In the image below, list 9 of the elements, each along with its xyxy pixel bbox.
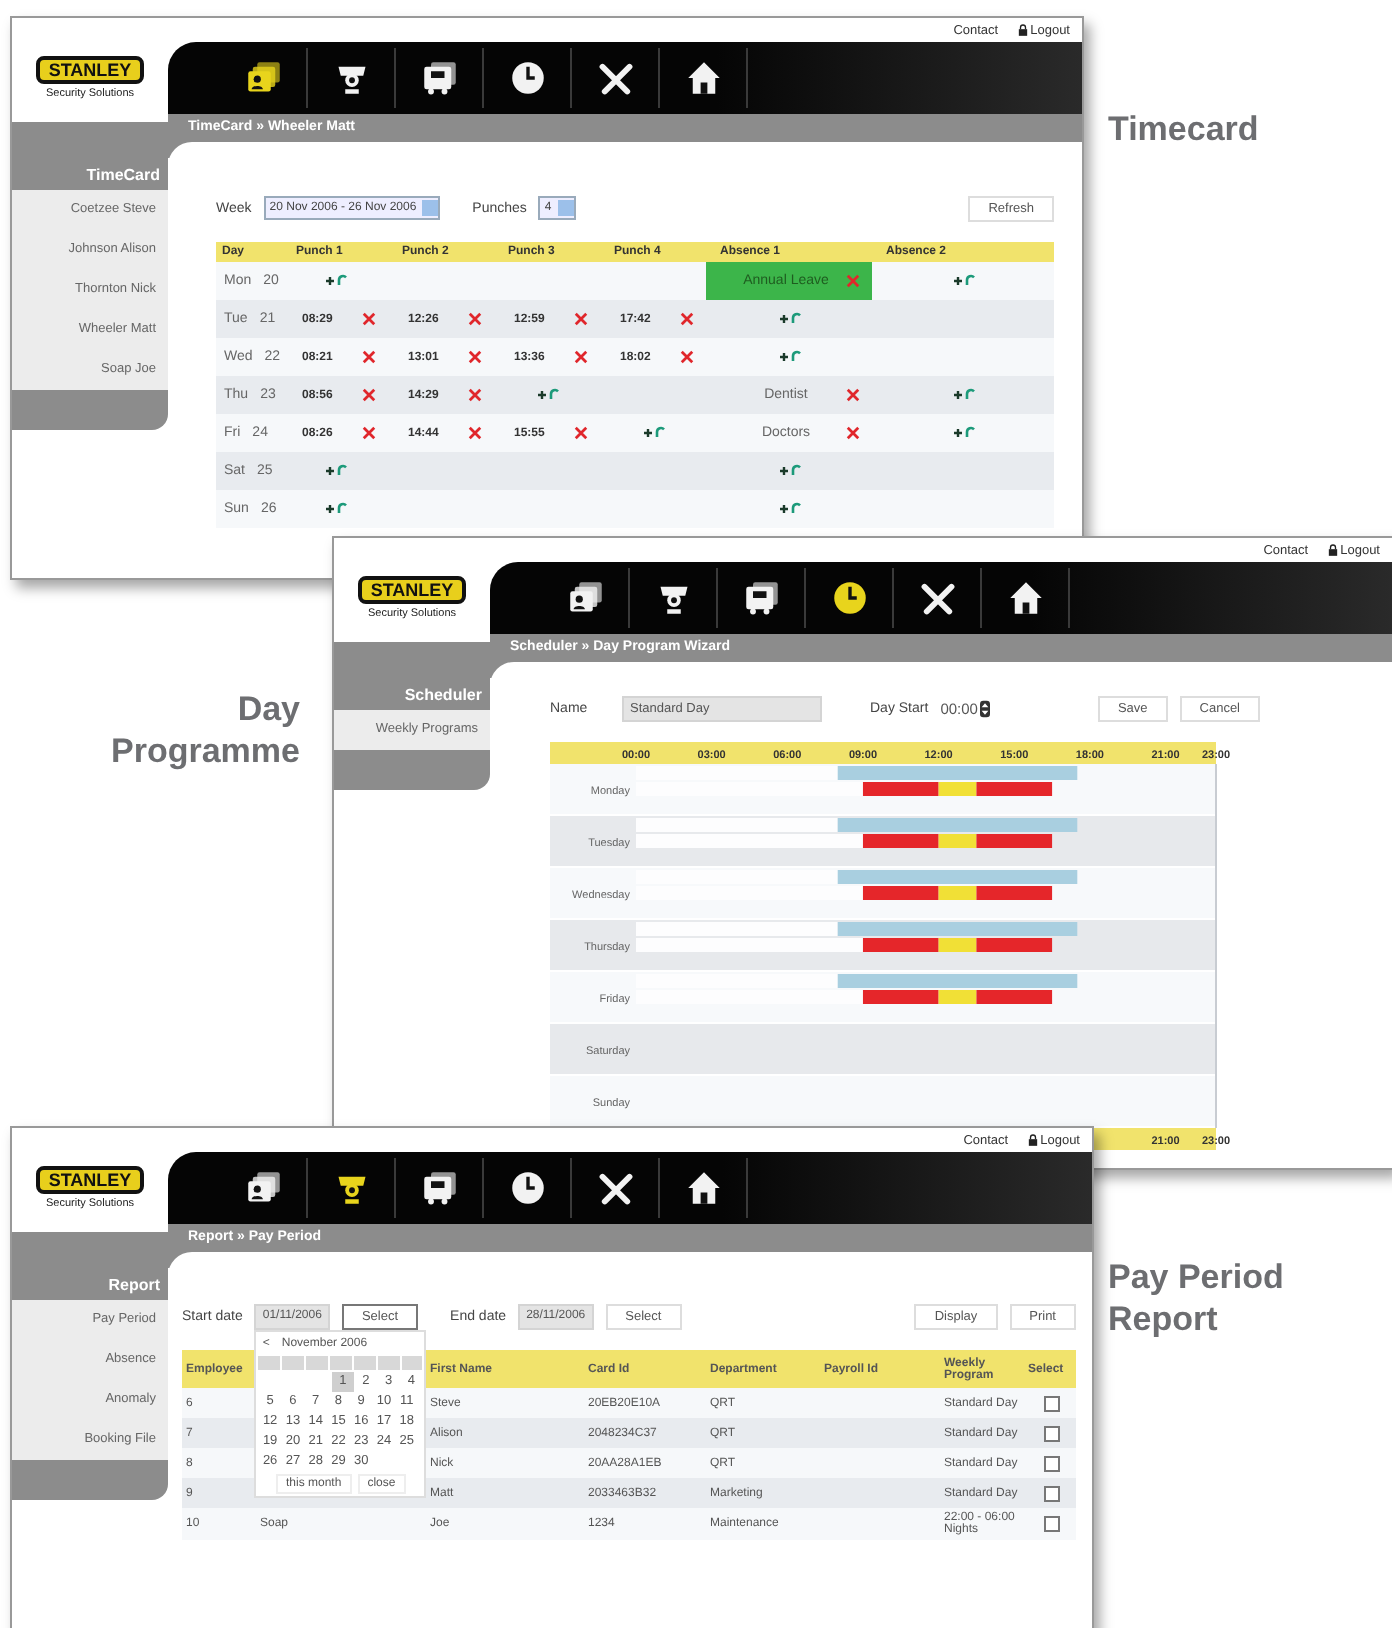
logo-wordmark: STANLEY [36,1166,144,1194]
sidebar-title: Scheduler [334,642,490,710]
section-caption: Timecard [1108,108,1259,151]
section-caption: Day Programme [109,688,300,773]
logo-wordmark: STANLEY [358,576,466,604]
section-caption: Pay Period Report [1108,1256,1286,1341]
sidebar-title: TimeCard [12,122,168,190]
sidebar-title: Report [12,1232,168,1300]
logo-wordmark: STANLEY [36,56,144,84]
